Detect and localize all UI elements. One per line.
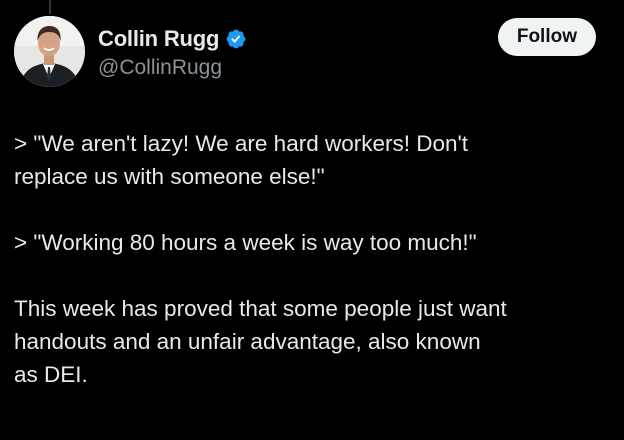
avatar[interactable] (14, 16, 85, 87)
tweet-text: > "We aren't lazy! We are hard workers! … (14, 127, 614, 391)
thread-connector-line (49, 0, 51, 14)
author-names: Collin Rugg @CollinRugg (98, 24, 247, 80)
tweet-paragraph-2: > "Working 80 hours a week is way too mu… (14, 230, 477, 255)
tweet-paragraph-3: This week has proved that some people ju… (14, 296, 507, 387)
author-handle[interactable]: @CollinRugg (98, 56, 247, 80)
tweet-paragraph-1: > "We aren't lazy! We are hard workers! … (14, 131, 469, 189)
follow-button[interactable]: Follow (497, 18, 596, 56)
profile-photo-icon (14, 16, 85, 87)
display-name[interactable]: Collin Rugg (98, 26, 219, 52)
display-name-row: Collin Rugg (98, 24, 247, 54)
tweet-header: Collin Rugg @CollinRugg Follow (14, 16, 610, 88)
verified-badge-icon (225, 28, 247, 50)
